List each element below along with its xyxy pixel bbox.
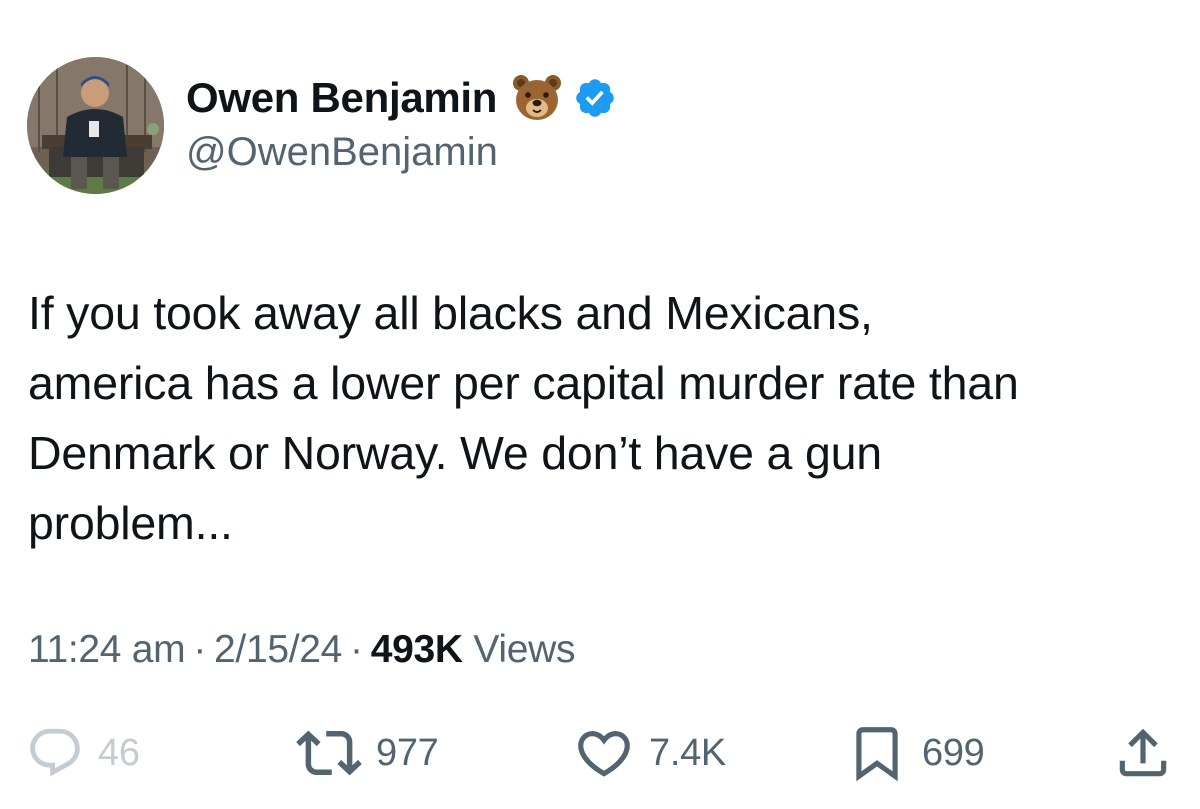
display-name[interactable]: Owen Benjamin xyxy=(186,74,497,122)
tweet-text: If you took away all blacks and Mexicans… xyxy=(28,278,1178,558)
like-count: 7.4K xyxy=(649,731,726,774)
share-button[interactable] xyxy=(1112,718,1174,788)
share-upload-icon xyxy=(1119,728,1167,777)
action-bar: 46 977 7.4K 699 xyxy=(0,718,1200,788)
retweet-icon xyxy=(296,730,362,776)
tweet-text-line: america has a lower per capital murder r… xyxy=(28,357,1019,409)
views-count: 493K xyxy=(370,628,463,671)
avatar-photo xyxy=(27,57,164,194)
separator-dot: · xyxy=(350,628,363,671)
reply-bubble-icon xyxy=(30,728,80,777)
user-handle[interactable]: @OwenBenjamin xyxy=(186,130,498,175)
tweet-date[interactable]: 2/15/24 xyxy=(214,628,342,671)
name-row: Owen Benjamin xyxy=(186,68,617,128)
avatar[interactable] xyxy=(27,57,164,194)
retweet-count: 977 xyxy=(376,731,439,774)
tweet-card: Owen Benjamin @OwenBenjamin If you took … xyxy=(0,0,1200,809)
tweet-time[interactable]: 11:24 am xyxy=(28,628,186,671)
separator-dot: · xyxy=(193,628,207,671)
reply-button[interactable]: 46 xyxy=(26,718,140,788)
tweet-text-line: Denmark or Norway. We don’t have a gun xyxy=(28,427,882,479)
tweet-text-line: If you took away all blacks and Mexicans… xyxy=(28,287,873,339)
bookmark-count: 699 xyxy=(922,731,985,774)
heart-icon xyxy=(578,731,630,777)
tweet-text-line: problem... xyxy=(28,497,233,549)
bookmark-button[interactable]: 699 xyxy=(846,718,985,788)
views-label: Views xyxy=(473,628,576,671)
like-button[interactable]: 7.4K xyxy=(573,718,726,788)
verified-check-icon[interactable] xyxy=(573,76,617,120)
bookmark-icon xyxy=(856,727,898,782)
bear-face-icon xyxy=(511,72,563,124)
retweet-button[interactable]: 977 xyxy=(296,718,439,788)
tweet-meta: 11:24 am · 2/15/24 · 493K Views xyxy=(28,628,575,672)
reply-count: 46 xyxy=(98,731,140,774)
